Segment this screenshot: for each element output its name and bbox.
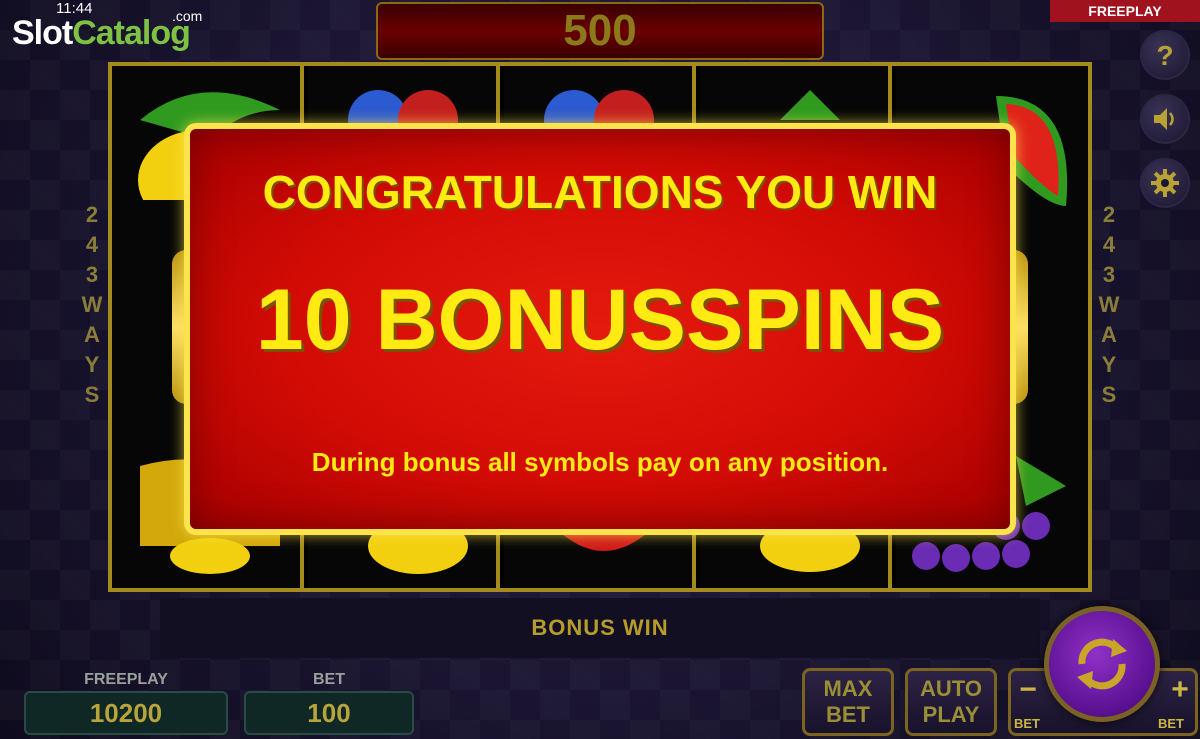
popup-headline: 10 BONUSSPINS [255, 272, 945, 368]
bonus-popup[interactable]: CONGRATULATIONS YOU WIN 10 BONUSSPINS Du… [184, 123, 1016, 535]
mode-flag: FREEPLAY [1050, 0, 1200, 22]
bet-label: BET [313, 671, 345, 688]
balance-value: 10200 [24, 691, 228, 735]
popup-description: During bonus all symbols pay on any posi… [311, 447, 889, 477]
settings-button[interactable] [1140, 158, 1190, 208]
help-button[interactable]: ? [1140, 30, 1190, 80]
spin-button[interactable] [1044, 606, 1160, 722]
max-bet-button[interactable]: MAX BET [802, 668, 894, 736]
bet-increase-button[interactable]: + [1164, 672, 1196, 710]
auto-play-button[interactable]: AUTO PLAY [905, 668, 997, 736]
ways-label-right: 243 WAYS [1098, 202, 1120, 407]
brand-logo: SlotCatalog .com [12, 8, 203, 52]
sound-icon [1154, 108, 1174, 130]
bet-decrease-label: BET [1014, 716, 1040, 731]
bet-decrease-button[interactable]: − [1012, 672, 1044, 710]
bet-value: 100 [244, 691, 414, 735]
bonus-win-bar: BONUS WIN [160, 598, 1040, 658]
gear-icon [1151, 169, 1179, 197]
sound-button[interactable] [1140, 94, 1190, 144]
ways-label-left: 243 WAYS [81, 202, 103, 407]
win-amount-display: 500 [376, 2, 824, 60]
bet-increase-label: BET [1158, 716, 1184, 731]
help-icon: ? [1156, 40, 1173, 70]
svg-text:?: ? [1156, 40, 1173, 70]
popup-title: CONGRATULATIONS YOU WIN [262, 166, 938, 218]
balance-label: FREEPLAY [84, 671, 168, 688]
spin-arrows-icon [1077, 638, 1127, 690]
